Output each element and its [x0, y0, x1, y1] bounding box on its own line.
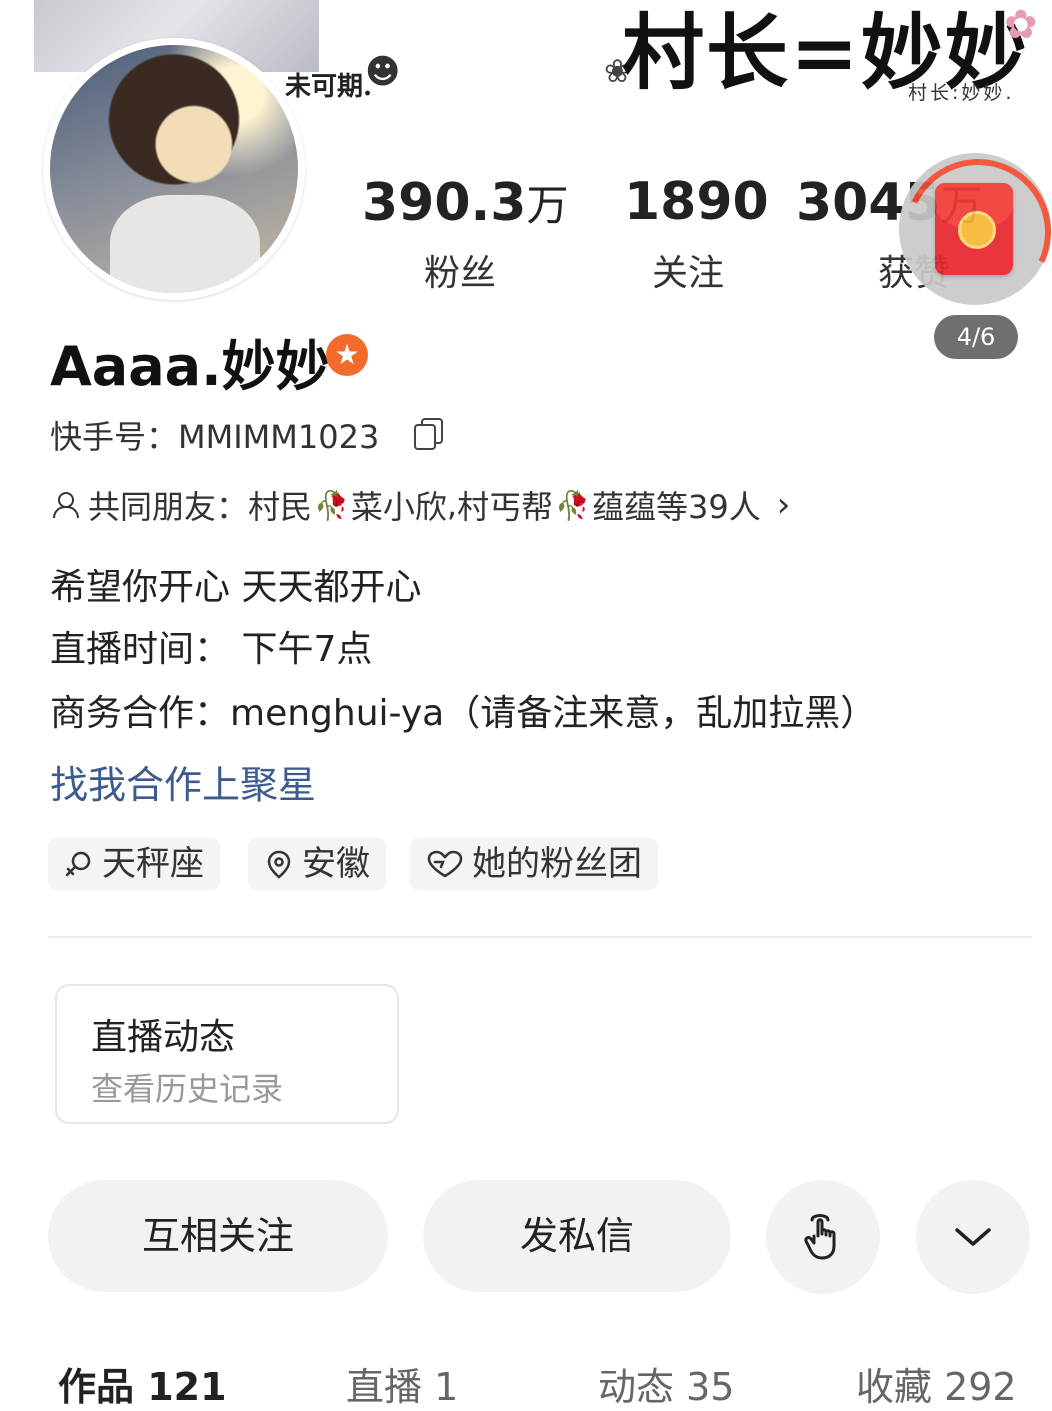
- following-count[interactable]: 1890: [624, 172, 769, 232]
- page-indicator: 4/6: [934, 315, 1018, 359]
- mutual-friends-label: 共同朋友：: [88, 488, 249, 526]
- tab-works[interactable]: 作品 121: [58, 1356, 227, 1411]
- rose-icon: 🥀: [314, 488, 349, 522]
- bio-line: 希望你开心 天天都开心: [50, 567, 422, 608]
- followers-unit: 万: [526, 181, 569, 230]
- kuaishou-id-label: 快手号：: [50, 418, 179, 456]
- tap-gesture-button[interactable]: [766, 1180, 880, 1294]
- verified-star-icon[interactable]: ★: [326, 334, 368, 376]
- friend-name: 村丐帮: [457, 488, 554, 526]
- following-value: 1890: [624, 172, 769, 232]
- avatar-image: [50, 45, 298, 293]
- rose-icon: 🥀: [555, 488, 590, 522]
- tag-fan-club[interactable]: 她的粉丝团: [410, 838, 658, 890]
- tag-zodiac[interactable]: 天秤座: [48, 838, 220, 890]
- tab-favorites[interactable]: 收藏 292: [856, 1356, 1017, 1411]
- followers-label: 粉丝: [424, 253, 497, 294]
- live-history-title: 直播动态: [91, 1017, 236, 1058]
- mutual-friends[interactable]: 共同朋友： 村民 🥀 菜小欣, 村丐帮 🥀 蕴蕴 等39人 ›: [50, 482, 790, 528]
- kuaishou-id: 快手号：MMIMM1023: [50, 412, 379, 458]
- banner-subtitle: 村长:妙妙.: [908, 82, 1015, 104]
- cooperation-link[interactable]: 找我合作上聚星: [50, 754, 316, 809]
- avatar-figure: [110, 195, 260, 293]
- bio-line: 商务合作：menghui-ya（请备注来意，乱加拉黑）: [50, 693, 877, 734]
- kuromi-sticker-icon: ☻: [365, 52, 401, 92]
- tab-moments[interactable]: 动态 35: [598, 1356, 734, 1411]
- banner-caption: 未可期.: [285, 72, 373, 102]
- chevron-right-icon: ›: [776, 485, 791, 525]
- kuaishou-id-value: MMIMM1023: [178, 418, 380, 456]
- red-packet-icon: [935, 183, 1013, 275]
- following-label: 关注: [652, 253, 725, 294]
- finger-tap-icon: [804, 1214, 836, 1260]
- red-packet-coin: [958, 211, 996, 249]
- location-pin-icon: [267, 850, 291, 879]
- melody-sticker-icon: ✿: [1004, 2, 1038, 48]
- tag-location-label: 安徽: [302, 844, 370, 884]
- profile-name: Aaaa.妙妙: [50, 335, 330, 398]
- tab-live[interactable]: 直播 1: [346, 1356, 458, 1411]
- friend-name: 菜小欣: [350, 488, 447, 526]
- friend-separator: ,: [446, 486, 458, 524]
- search-zodiac-icon: [65, 851, 91, 877]
- copy-icon[interactable]: [414, 418, 443, 450]
- tag-zodiac-label: 天秤座: [102, 844, 204, 884]
- person-icon: [50, 490, 80, 520]
- tag-fan-club-label: 她的粉丝团: [472, 844, 642, 884]
- followers-count[interactable]: 390.3万: [362, 172, 569, 233]
- mutual-follow-button[interactable]: 互相关注: [48, 1180, 388, 1292]
- mutual-friends-count: 等39人: [656, 488, 761, 526]
- more-options-button[interactable]: [916, 1180, 1030, 1294]
- friend-name: 蕴蕴: [591, 488, 656, 526]
- divider: [48, 936, 1032, 938]
- avatar[interactable]: [43, 38, 305, 300]
- live-history-card[interactable]: 直播动态 查看历史记录: [55, 984, 399, 1124]
- followers-value: 390.3: [362, 173, 527, 233]
- chevron-down-icon: [955, 1228, 991, 1246]
- send-message-button[interactable]: 发私信: [423, 1180, 731, 1292]
- heart-fan-club-icon: [427, 850, 463, 878]
- live-history-subtitle: 查看历史记录: [91, 1070, 284, 1108]
- friend-name: 村民: [248, 488, 313, 526]
- tag-location[interactable]: 安徽: [248, 838, 386, 890]
- bio-line: 直播时间： 下午7点: [50, 629, 373, 670]
- red-packet-widget[interactable]: [884, 138, 1052, 326]
